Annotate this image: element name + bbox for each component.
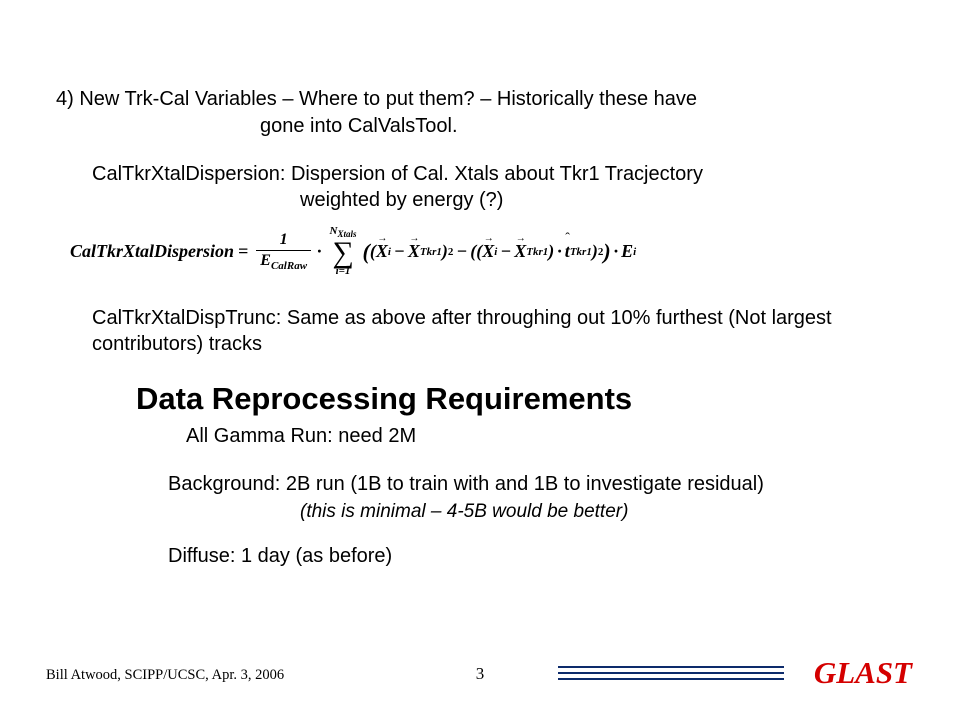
xi2-vec: X [482,241,494,262]
sigma-bot: i=1 [336,266,351,277]
close-paren-4: ) [548,241,554,262]
diffuse-line: Diffuse: 1 day (as before) [168,545,392,568]
sq1: 2 [448,246,454,258]
dot2: · [557,241,562,262]
all-gamma-line: All Gamma Run: need 2M [186,425,416,448]
formula-lhs: CalTkrXtalDispersion [70,241,234,262]
sigma-symbol: ∑ [332,239,353,266]
background-note: (this is minimal – 4-5B would be better) [300,501,628,523]
ei: E [621,241,633,262]
var2-text: CalTkrXtalDispTrunc: Same as above after… [92,305,892,357]
minus1: − [394,241,405,262]
section-title: Data Reprocessing Requirements [136,381,632,417]
xi-sub: i [388,246,391,258]
point4-line2: gone into CalValsTool. [260,115,458,138]
minus2: − [456,241,467,262]
ei-sub: i [633,246,636,258]
sigma-block: NXtals ∑ i=1 [330,226,357,277]
slide: 4) New Trk-Cal Variables – Where to put … [0,0,960,720]
close-paren-1: ) [603,239,610,265]
background-line: Background: 2B run (1B to train with and… [168,473,764,496]
xtkr2-vec: X [514,241,526,262]
frac-num: 1 [276,232,292,250]
frac-den: ECalRaw [256,250,311,272]
fraction: 1 ECalRaw [256,232,311,272]
dot3: · [614,241,619,262]
point4-line1: 4) New Trk-Cal Variables – Where to put … [56,88,697,111]
xtkr2-sub: Tkr1 [526,246,548,258]
xi2-sub: i [494,246,497,258]
frac-den-sub: CalRaw [271,260,307,272]
var1-line2: weighted by energy (?) [300,189,503,212]
open-paren-1: ( [363,239,370,265]
eq-sign: = [238,241,248,262]
xi-vec: X [376,241,388,262]
footer-lines-icon [558,666,784,684]
t-hat: t [565,241,570,262]
var1-line1: CalTkrXtalDispersion: Dispersion of Cal.… [92,163,703,186]
formula: CalTkrXtalDispersion = 1 ECalRaw · NXtal… [70,226,890,286]
dot1: · [317,241,322,262]
footer-brand: GLAST [814,655,912,691]
minus3: − [500,241,511,262]
frac-den-e: E [260,252,271,269]
xtkr-vec: X [408,241,420,262]
t-sub: Tkr1 [570,246,592,258]
xtkr-sub: Tkr1 [420,246,442,258]
